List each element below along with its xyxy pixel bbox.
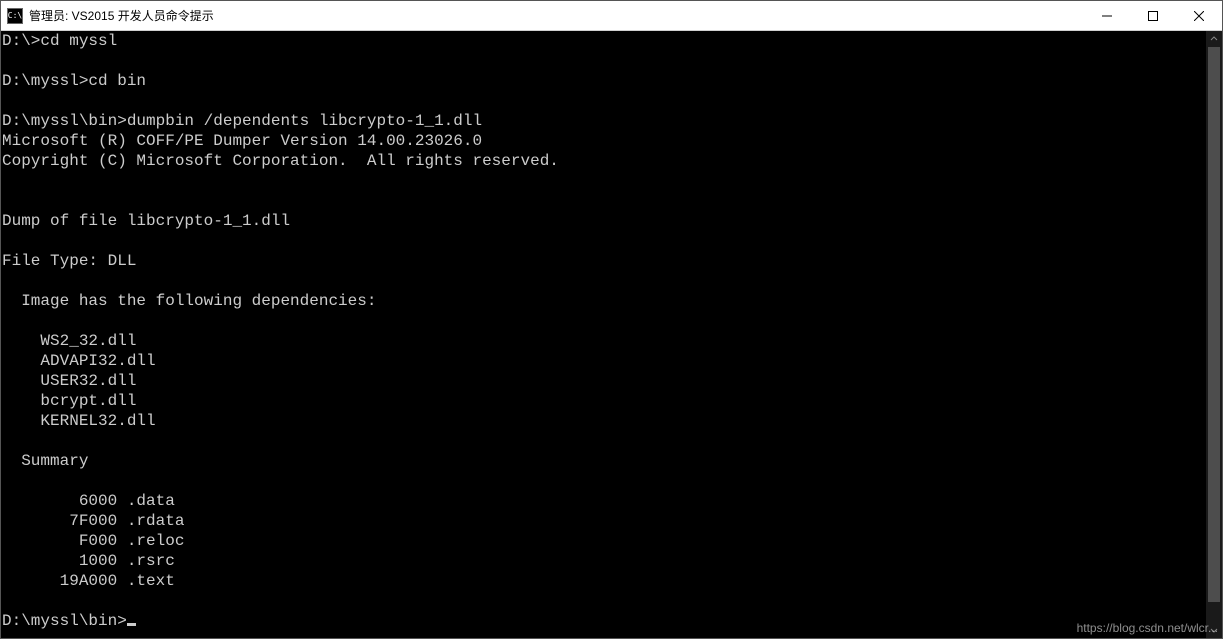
scrollbar-vertical[interactable] [1206, 31, 1222, 638]
close-icon [1194, 11, 1204, 21]
prompt-text: D:\myssl\bin> [2, 612, 127, 630]
terminal-container: D:\>cd myssl D:\myssl>cd bin D:\myssl\bi… [1, 31, 1222, 638]
titlebar[interactable]: C:\ 管理员: VS2015 开发人员命令提示 [1, 1, 1222, 31]
cursor [127, 623, 136, 626]
prompt-line: D:\myssl\bin> [2, 612, 136, 630]
window-controls [1084, 1, 1222, 30]
minimize-icon [1102, 11, 1112, 21]
minimize-button[interactable] [1084, 1, 1130, 30]
terminal-output[interactable]: D:\>cd myssl D:\myssl>cd bin D:\myssl\bi… [1, 31, 1206, 638]
maximize-icon [1148, 11, 1158, 21]
app-icon: C:\ [7, 8, 23, 24]
scrollbar-down-button[interactable] [1206, 622, 1222, 638]
maximize-button[interactable] [1130, 1, 1176, 30]
window-title: 管理员: VS2015 开发人员命令提示 [29, 7, 1084, 24]
app-window: C:\ 管理员: VS2015 开发人员命令提示 D:\>cd myssl D:… [0, 0, 1223, 639]
app-icon-label: C:\ [8, 11, 22, 20]
chevron-down-icon [1210, 626, 1218, 634]
scrollbar-thumb[interactable] [1208, 47, 1220, 602]
chevron-up-icon [1210, 35, 1218, 43]
scrollbar-up-button[interactable] [1206, 31, 1222, 47]
close-button[interactable] [1176, 1, 1222, 30]
